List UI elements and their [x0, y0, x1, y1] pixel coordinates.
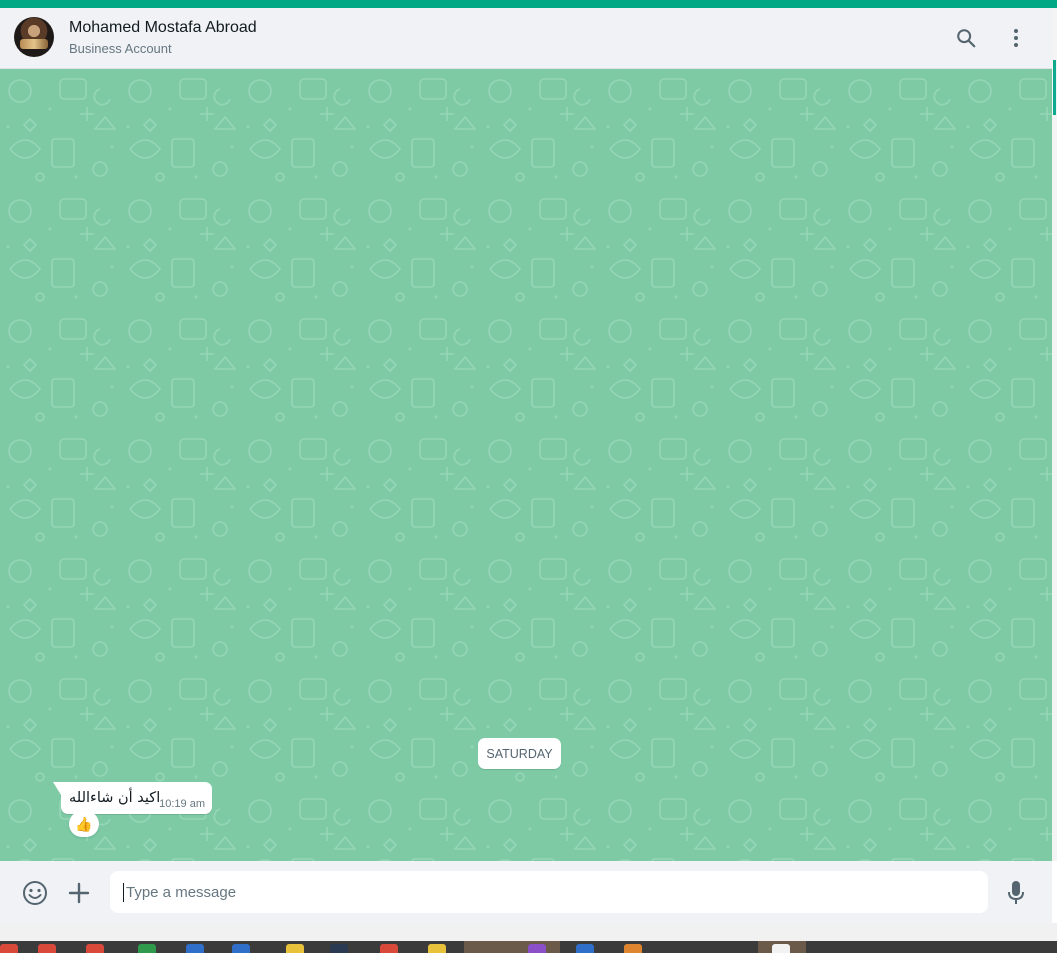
- message-text: اكيد أن شاءالله: [69, 790, 161, 806]
- bubble-tail: [53, 782, 61, 795]
- taskbar-app-icon[interactable]: [86, 944, 104, 953]
- taskbar-app-icon[interactable]: [138, 944, 156, 953]
- taskbar-app-icon[interactable]: [528, 944, 546, 953]
- taskbar-app-icon[interactable]: [624, 944, 642, 953]
- incoming-message-bubble[interactable]: اكيد أن شاءالله 10:19 am: [53, 782, 212, 814]
- chat-header[interactable]: Mohamed Mostafa Abroad Business Account: [0, 8, 1052, 69]
- taskbar-app-icon[interactable]: [38, 944, 56, 953]
- message-composer: [0, 861, 1052, 923]
- avatar[interactable]: [14, 17, 54, 57]
- date-divider: SATURDAY: [478, 738, 561, 769]
- contact-name[interactable]: Mohamed Mostafa Abroad: [69, 19, 257, 37]
- text-caret: [123, 883, 124, 902]
- plus-icon[interactable]: [65, 879, 93, 907]
- taskbar-app-icon[interactable]: [186, 944, 204, 953]
- taskbar-app-icon[interactable]: [330, 944, 348, 953]
- taskbar-app-icon[interactable]: [232, 944, 250, 953]
- chat-area[interactable]: SATURDAY اكيد أن شاءالله 10:19 am 👍: [0, 69, 1052, 861]
- search-icon[interactable]: [953, 25, 979, 51]
- taskbar-app-icon[interactable]: [576, 944, 594, 953]
- vertical-dots-icon[interactable]: [1003, 25, 1029, 51]
- window-bottom-margin: [0, 923, 1057, 941]
- os-taskbar: [0, 941, 1057, 953]
- microphone-icon[interactable]: [1002, 879, 1030, 907]
- app-accent-bar: [0, 0, 1057, 8]
- scrollbar-thumb[interactable]: [1053, 60, 1056, 115]
- taskbar-app-icon[interactable]: [286, 944, 304, 953]
- message-input[interactable]: [110, 871, 988, 913]
- emoji-icon[interactable]: [21, 879, 49, 907]
- reaction-thumbs-up-icon[interactable]: 👍: [69, 811, 99, 837]
- taskbar-app-icon[interactable]: [380, 944, 398, 953]
- scrollbar-track[interactable]: [1052, 8, 1057, 861]
- contact-subtitle: Business Account: [69, 41, 172, 56]
- taskbar-app-icon[interactable]: [772, 944, 790, 953]
- taskbar-app-icon[interactable]: [428, 944, 446, 953]
- message-time: 10:19 am: [159, 798, 205, 810]
- taskbar-app-icon[interactable]: [0, 944, 18, 953]
